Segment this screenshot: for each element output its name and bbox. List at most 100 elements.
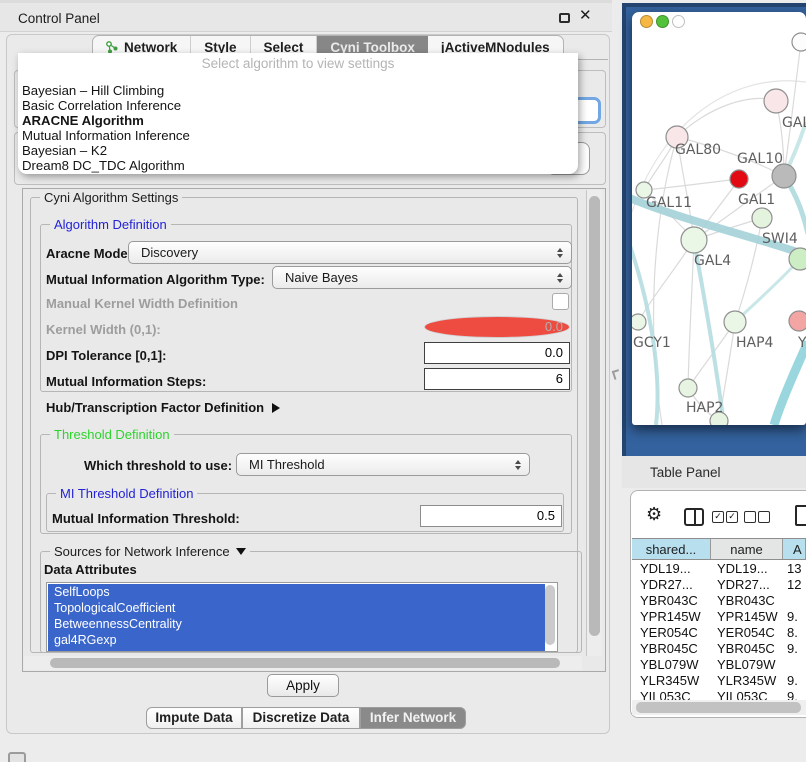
dropdown-placeholder: Select algorithm to view settings xyxy=(18,56,578,71)
table-cell: 12 xyxy=(783,577,806,593)
table-rows: YDL19...YDL19...13YDR27...YDR27...12YBR0… xyxy=(632,561,806,705)
gear-icon[interactable]: ⚙ xyxy=(646,504,662,525)
network-node[interactable] xyxy=(679,379,697,397)
network-node-label: GAL8 xyxy=(782,115,806,131)
table-cell: YBR045C xyxy=(711,641,783,657)
network-node[interactable] xyxy=(632,314,646,330)
aracne-mode-label: Aracne Mode: xyxy=(46,246,132,261)
hub-section-toggle[interactable]: Hub/Transcription Factor Definition xyxy=(46,400,280,415)
algorithm-option[interactable]: Basic Correlation Inference xyxy=(22,98,574,113)
apply-button[interactable]: Apply xyxy=(267,674,339,697)
unchecked-checkbox-icon[interactable] xyxy=(758,511,770,523)
network-node[interactable] xyxy=(792,33,806,51)
attribute-item[interactable]: BetweennessCentrality xyxy=(48,616,545,632)
table-row[interactable]: YPR145WYPR145W9. xyxy=(632,609,806,625)
algorithm-option[interactable]: Bayesian – Hill Climbing xyxy=(22,83,574,98)
expand-arrow-icon xyxy=(272,403,280,413)
table-row[interactable]: YBL079WYBL079W xyxy=(632,657,806,673)
columns-icon[interactable] xyxy=(684,508,704,526)
table-cell: 9. xyxy=(783,641,806,657)
table-cell: YDR27... xyxy=(711,577,783,593)
checked-checkbox-icon[interactable]: ✓ xyxy=(712,511,724,523)
unchecked-checkbox-icon[interactable] xyxy=(744,511,756,523)
network-node[interactable] xyxy=(730,170,748,188)
dpi-tolerance-label: DPI Tolerance [0,1]: xyxy=(46,348,166,363)
algorithm-option[interactable]: Dream8 DC_TDC Algorithm xyxy=(22,158,574,173)
network-node[interactable] xyxy=(681,227,707,253)
network-node[interactable] xyxy=(724,311,746,333)
mi-steps-label: Mutual Information Steps: xyxy=(46,374,206,389)
network-view-window[interactable]: GAL8GAL80GAL10GAL11GAL1SWI4GAL4GCY1HAP4Y… xyxy=(632,12,806,425)
attribute-listbox: SelfLoopsTopologicalCoefficientBetweenne… xyxy=(46,582,558,652)
table-row[interactable]: YBR045CYBR045C9. xyxy=(632,641,806,657)
mi-threshold-group-title: MI Threshold Definition xyxy=(56,486,197,501)
table-cell: YER054C xyxy=(711,625,783,641)
network-node[interactable] xyxy=(789,311,806,331)
algorithm-dropdown-popup: Select algorithm to view settings Bayesi… xyxy=(18,53,578,174)
control-panel-titlebar: Control Panel xyxy=(0,3,612,32)
table-panel-title: Table Panel xyxy=(650,465,721,480)
network-node-label: Y xyxy=(797,335,806,351)
spinner-arrows-icon xyxy=(557,248,563,258)
which-threshold-label: Which threshold to use: xyxy=(84,458,232,473)
network-node[interactable] xyxy=(752,208,772,228)
tab-infer-network[interactable]: Infer Network xyxy=(360,707,466,729)
algorithm-option[interactable]: Bayesian – K2 xyxy=(22,143,574,158)
table-row[interactable]: YLR345WYLR345W9. xyxy=(632,673,806,689)
checked-checkbox-icon[interactable]: ✓ xyxy=(726,511,738,523)
network-node[interactable] xyxy=(764,89,788,113)
split-handle[interactable] xyxy=(612,369,621,380)
table-cell: YPR145W xyxy=(632,609,711,625)
column-header-name[interactable]: name xyxy=(711,539,783,559)
algorithm-option[interactable]: Mutual Information Inference xyxy=(22,128,574,143)
network-node[interactable] xyxy=(789,248,806,270)
table-row[interactable]: YDL19...YDL19...13 xyxy=(632,561,806,577)
algorithm-option[interactable]: ARACNE Algorithm xyxy=(22,113,574,128)
close-traffic-light-icon[interactable] xyxy=(640,15,653,28)
vertical-scrollbar-thumb[interactable] xyxy=(589,196,600,636)
table-cell: YBL079W xyxy=(632,657,711,673)
aracne-mode-select[interactable]: Discovery xyxy=(128,241,572,264)
network-node-label: GCY1 xyxy=(633,335,671,351)
dpi-tolerance-input[interactable]: 0.0 xyxy=(424,342,570,364)
close-icon[interactable]: ✕ xyxy=(579,6,592,24)
manual-kernel-checkbox[interactable] xyxy=(552,293,569,310)
collapse-arrow-icon xyxy=(236,548,246,555)
table-row[interactable]: YER054CYER054C8. xyxy=(632,625,806,641)
sources-title[interactable]: Sources for Network Inference xyxy=(50,544,250,559)
network-canvas[interactable]: GAL8GAL80GAL10GAL11GAL1SWI4GAL4GCY1HAP4Y… xyxy=(632,12,806,425)
tab-impute-data[interactable]: Impute Data xyxy=(146,707,242,729)
network-edge xyxy=(774,342,806,425)
tab-discretize-data[interactable]: Discretize Data xyxy=(242,707,360,729)
mi-threshold-input[interactable]: 0.5 xyxy=(420,505,562,527)
spinner-arrows-icon xyxy=(515,460,521,470)
mi-type-select[interactable]: Naive Bayes xyxy=(272,266,572,289)
table-horizontal-scrollbar-thumb[interactable] xyxy=(636,702,801,713)
table-cell: YBR043C xyxy=(632,593,711,609)
network-node-label: HAP2 xyxy=(686,400,723,416)
threshold-definition-title: Threshold Definition xyxy=(50,427,174,442)
mi-type-label: Mutual Information Algorithm Type: xyxy=(46,272,265,287)
kernel-width-input[interactable]: 0.0 xyxy=(424,316,570,338)
horizontal-scrollbar-thumb[interactable] xyxy=(50,658,560,668)
column-header-partial[interactable]: A xyxy=(783,539,806,559)
attribute-list-scrollbar-thumb[interactable] xyxy=(545,585,555,645)
which-threshold-select[interactable]: MI Threshold xyxy=(236,453,530,476)
mi-steps-input[interactable]: 6 xyxy=(424,368,570,390)
table-cell: YLR345W xyxy=(711,673,783,689)
zoom-traffic-light-icon[interactable] xyxy=(672,15,685,28)
attribute-item[interactable]: gal4RGexp xyxy=(48,632,545,648)
table-row[interactable]: YBR043CYBR043C xyxy=(632,593,806,609)
screen: Control Panel ✕ Network Style Select Cyn… xyxy=(0,0,806,762)
column-header-shared-name[interactable]: shared... xyxy=(632,539,711,559)
network-node[interactable] xyxy=(772,164,796,188)
table-cell: YER054C xyxy=(632,625,711,641)
table-row[interactable]: YDR27...YDR27...12 xyxy=(632,577,806,593)
minimize-traffic-light-icon[interactable] xyxy=(656,15,669,28)
minimized-panel-icon[interactable] xyxy=(8,752,26,762)
attribute-item[interactable]: TopologicalCoefficient xyxy=(48,600,545,616)
float-window-icon[interactable] xyxy=(559,13,570,23)
cyni-settings-title: Cyni Algorithm Settings xyxy=(40,190,182,205)
document-icon[interactable] xyxy=(795,505,806,526)
attribute-item[interactable]: SelfLoops xyxy=(48,584,545,600)
